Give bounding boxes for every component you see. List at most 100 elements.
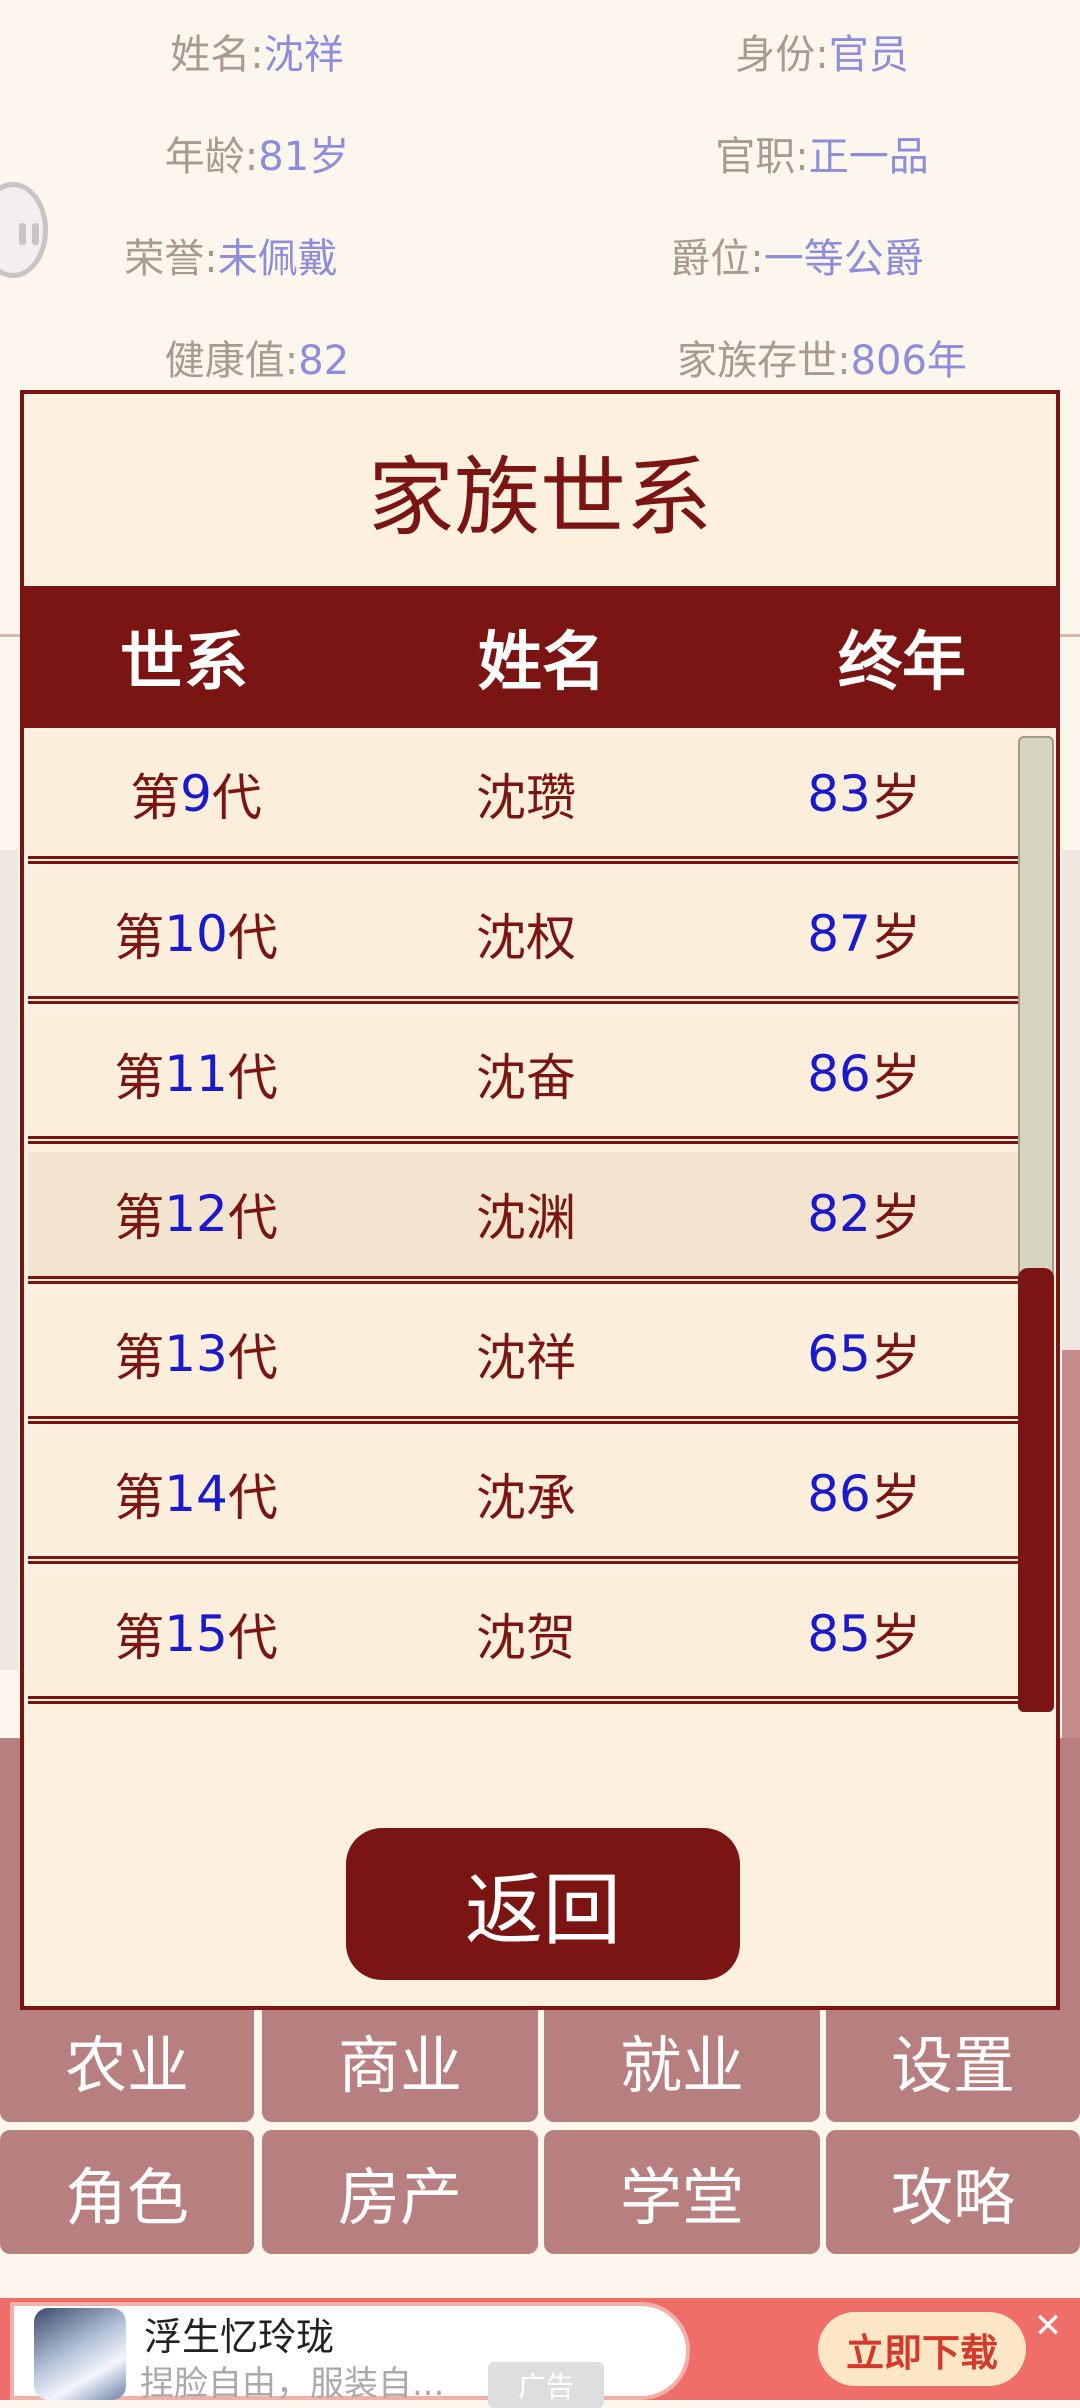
pause-icon: [19, 223, 41, 245]
table-row[interactable]: 第 10 代 沈权 87 岁: [28, 872, 1018, 1004]
generation-prefix: 第: [114, 1329, 165, 1387]
back-button[interactable]: 返回: [346, 1828, 740, 1980]
info-health: 健康值:82: [165, 328, 349, 386]
generation-cell: 第 12 代: [114, 1152, 278, 1276]
generation-cell: 第 11 代: [114, 1012, 278, 1136]
generation-prefix: 第: [114, 1189, 165, 1247]
generation-suffix: 代: [211, 769, 262, 827]
generation-cell: 第 15 代: [114, 1572, 278, 1696]
header-age: 终年: [838, 626, 966, 700]
generation-number: 9: [180, 765, 212, 823]
info-name: 姓名:沈祥: [170, 22, 343, 80]
info-family-value: 806年: [850, 338, 967, 384]
name-cell: 沈承: [476, 1469, 576, 1527]
ad-title: 浮生忆玲珑: [144, 2315, 335, 2359]
menu-character-button[interactable]: 角色: [0, 2130, 254, 2254]
info-title-value: 一等公爵: [763, 236, 924, 282]
age-number: 85: [807, 1605, 871, 1663]
generation-prefix: 第: [114, 1609, 165, 1667]
ad-tag: 广告: [488, 2362, 604, 2408]
age-cell: 65 岁: [807, 1292, 921, 1416]
info-title-label: 爵位:: [670, 236, 764, 282]
name-cell: 沈奋: [476, 1049, 576, 1107]
generation-number: 10: [164, 905, 228, 963]
age-number: 65: [807, 1325, 871, 1383]
generation-cell: 第9代: [130, 732, 262, 856]
table-header: 世系 姓名 终年: [24, 586, 1056, 728]
menu-agriculture-button[interactable]: 农业: [0, 1998, 254, 2122]
age-cell: 82 岁: [807, 1152, 921, 1276]
info-identity-value: 官员: [828, 32, 909, 78]
table-row[interactable]: 第 15 代 沈贺 85 岁: [28, 1572, 1018, 1704]
name-cell: 沈渊: [476, 1189, 576, 1247]
info-office-label: 官职:: [715, 134, 809, 180]
generation-cell: 第 10 代: [114, 872, 278, 996]
age-number: 87: [807, 905, 871, 963]
info-health-label: 健康值:: [164, 338, 299, 384]
name-cell: 沈瓒: [476, 769, 576, 827]
menu-settings-button[interactable]: 设置: [826, 1998, 1080, 2122]
generation-suffix: 代: [227, 909, 278, 967]
age-cell: 86 岁: [807, 1432, 921, 1556]
info-age-label: 年龄:: [164, 134, 259, 180]
generation-prefix: 第: [114, 1469, 165, 1527]
menu-school-button[interactable]: 学堂: [544, 2130, 820, 2254]
ad-banner[interactable]: 浮生忆玲珑 捏脸自由，服装自... 广告 立即下载 ✕: [0, 2298, 1080, 2408]
generation-suffix: 代: [227, 1329, 278, 1387]
table-row[interactable]: 第 14 代 沈承 86 岁: [28, 1432, 1018, 1564]
info-honor-value: 未佩戴: [217, 236, 338, 282]
scrollbar-thumb[interactable]: [1018, 1268, 1054, 1712]
generation-prefix: 第: [130, 769, 181, 827]
ad-subtitle: 捏脸自由，服装自...: [140, 2364, 445, 2404]
scrollbar[interactable]: [1018, 736, 1054, 1712]
info-family-label: 家族存世:: [677, 338, 851, 384]
menu-employment-button[interactable]: 就业: [544, 1998, 820, 2122]
info-honor: 荣誉:未佩戴: [124, 226, 337, 284]
ad-thumbnail: [34, 2308, 126, 2400]
table-row[interactable]: 第 9 代 沈瓒 83 岁: [28, 732, 1018, 864]
info-office: 官职:正一品: [715, 124, 928, 182]
info-title: 爵位:一等公爵: [670, 226, 923, 284]
info-family: 家族存世:806年: [677, 328, 967, 386]
age-number: 83: [807, 765, 871, 823]
menu-guide-button[interactable]: 攻略: [826, 2130, 1080, 2254]
age-unit: 岁: [870, 769, 921, 827]
table-row[interactable]: 第 11 代 沈奋 86 岁: [28, 1012, 1018, 1144]
header-name: 姓名: [478, 626, 606, 700]
name-cell: 沈权: [476, 909, 576, 967]
lineage-list[interactable]: 第 9 代沈瓒 83 岁第 10 代沈权 87 岁第 11 代沈奋 86 岁第 12 代沈渊 82 岁第 13 代沈…: [28, 732, 1028, 1712]
ad-download-button[interactable]: 立即下载: [818, 2312, 1026, 2386]
age-cell: 83 岁: [807, 732, 921, 856]
dialog-title: 家族世系: [368, 447, 712, 548]
menu-commerce-button[interactable]: 商业: [262, 1998, 538, 2122]
info-health-value: 82: [298, 338, 350, 384]
age-number: 86: [807, 1045, 871, 1103]
table-row[interactable]: 第 12 代 沈渊 82 岁: [28, 1152, 1018, 1284]
age-cell: 85 岁: [807, 1572, 921, 1696]
ad-content[interactable]: 浮生忆玲珑 捏脸自由，服装自... 广告: [10, 2302, 690, 2408]
close-icon[interactable]: ✕: [1030, 2306, 1066, 2346]
generation-prefix: 第: [114, 909, 165, 967]
menu-property-button[interactable]: 房产: [262, 2130, 538, 2254]
age-cell: 87 岁: [807, 872, 921, 996]
info-name-value: 沈祥: [263, 32, 344, 78]
age-unit: 岁: [870, 1189, 921, 1247]
info-age: 年龄:81岁: [165, 124, 349, 182]
age-unit: 岁: [870, 1329, 921, 1387]
background-panel: [0, 850, 18, 1670]
age-number: 86: [807, 1465, 871, 1523]
age-unit: 岁: [870, 1469, 921, 1527]
age-unit: 岁: [870, 909, 921, 967]
table-row[interactable]: 第 13 代 沈祥 65 岁: [28, 1292, 1018, 1424]
generation-suffix: 代: [227, 1189, 278, 1247]
generation-suffix: 代: [227, 1609, 278, 1667]
name-cell: 沈祥: [476, 1329, 576, 1387]
age-unit: 岁: [870, 1609, 921, 1667]
generation-number: 13: [164, 1325, 228, 1383]
generation-prefix: 第: [114, 1049, 165, 1107]
age-number: 82: [807, 1185, 871, 1243]
info-age-value: 81岁: [258, 134, 350, 180]
name-cell: 沈贺: [476, 1609, 576, 1667]
family-lineage-dialog: 家族世系 世系 姓名 终年 第 9 代沈瓒 83 岁第 10 代沈权 87 岁第 11 代沈奋 86 岁…: [20, 390, 1060, 2010]
info-identity-label: 身份:: [735, 32, 829, 78]
